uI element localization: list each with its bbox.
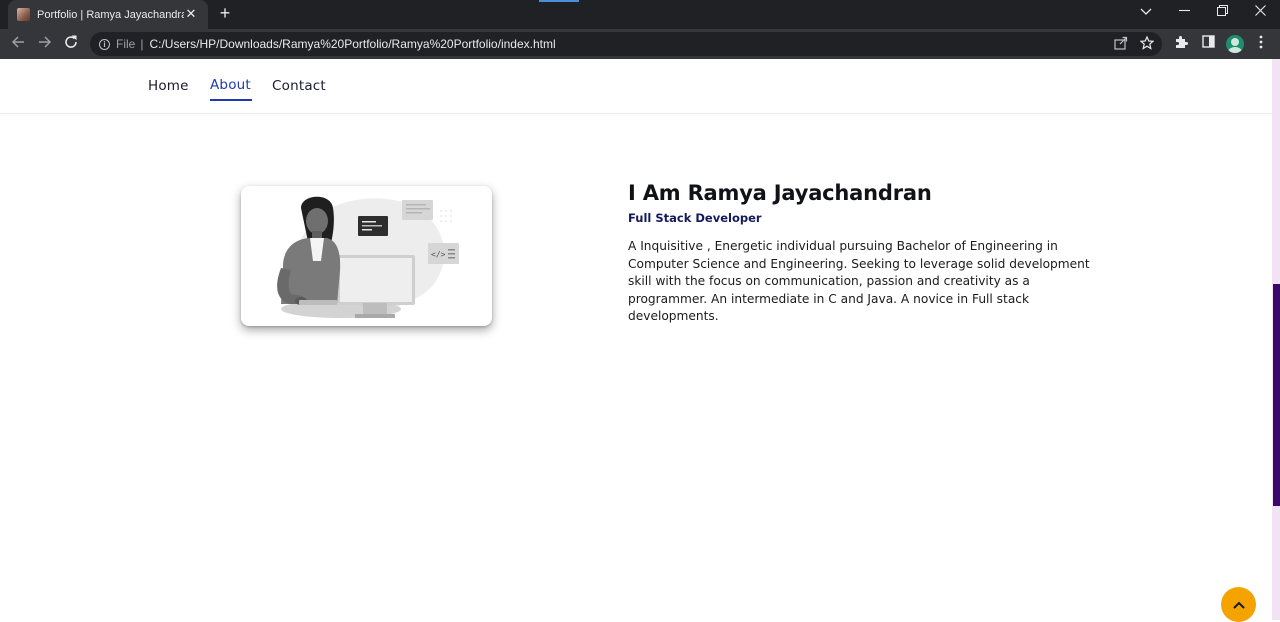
developer-illustration-icon: </> xyxy=(277,196,459,318)
address-separator: | xyxy=(140,37,144,51)
address-actions xyxy=(1114,35,1155,54)
profile-avatar[interactable] xyxy=(1226,35,1244,53)
extensions-icon[interactable] xyxy=(1172,35,1190,53)
about-description: A Inquisitive , Energetic individual pur… xyxy=(628,239,1090,323)
nav-contact[interactable]: Contact xyxy=(272,78,326,94)
nav-active-underline xyxy=(210,99,252,101)
chevron-up-icon xyxy=(1233,601,1244,608)
restore-icon[interactable] xyxy=(1211,4,1233,22)
bookmark-star-icon[interactable] xyxy=(1139,35,1155,54)
close-window-icon[interactable] xyxy=(1249,4,1271,22)
nav-home[interactable]: Home xyxy=(148,78,189,94)
browser-toolbar: i File | C:/Users/HP/Downloads/Ramya%20P… xyxy=(0,29,1280,59)
minimize-icon[interactable] xyxy=(1173,4,1195,22)
share-icon[interactable] xyxy=(1114,36,1128,54)
forward-arrow-icon[interactable] xyxy=(36,35,54,53)
about-role: Full Stack Developer xyxy=(628,211,762,225)
side-panel-icon[interactable] xyxy=(1199,35,1217,53)
nav-about[interactable]: About xyxy=(210,77,251,93)
reload-icon[interactable] xyxy=(62,35,80,53)
info-icon[interactable]: i xyxy=(99,38,110,50)
page-scrollbar-thumb[interactable] xyxy=(1273,284,1280,506)
svg-text:</>: </> xyxy=(431,250,446,259)
address-bar[interactable]: i File | C:/Users/HP/Downloads/Ramya%20P… xyxy=(90,32,1162,56)
close-tab-icon[interactable]: ✕ xyxy=(184,7,198,22)
browser-tab-bar: Portfolio | Ramya Jayachandran ✕ + xyxy=(0,0,1280,29)
page-viewport: Home About Contact </> I Am Ramya Jayach… xyxy=(0,59,1272,620)
new-tab-button[interactable]: + xyxy=(216,4,234,23)
developer-illustration: </> xyxy=(241,186,492,326)
address-url[interactable]: C:/Users/HP/Downloads/Ramya%20Portfolio/… xyxy=(149,37,555,51)
menu-kebab-icon[interactable] xyxy=(1252,35,1270,53)
tab-title: Portfolio | Ramya Jayachandran xyxy=(37,8,184,21)
address-scheme: File xyxy=(116,37,136,51)
browser-tab[interactable]: Portfolio | Ramya Jayachandran ✕ xyxy=(8,0,208,29)
back-to-top-button[interactable] xyxy=(1221,587,1256,622)
tab-search-indicator xyxy=(539,0,579,2)
site-navbar: Home About Contact xyxy=(0,59,1272,114)
back-arrow-icon[interactable] xyxy=(9,35,27,53)
tab-search-icon[interactable] xyxy=(1135,4,1157,22)
favicon-icon xyxy=(17,8,30,21)
about-heading: I Am Ramya Jayachandran xyxy=(628,181,932,205)
